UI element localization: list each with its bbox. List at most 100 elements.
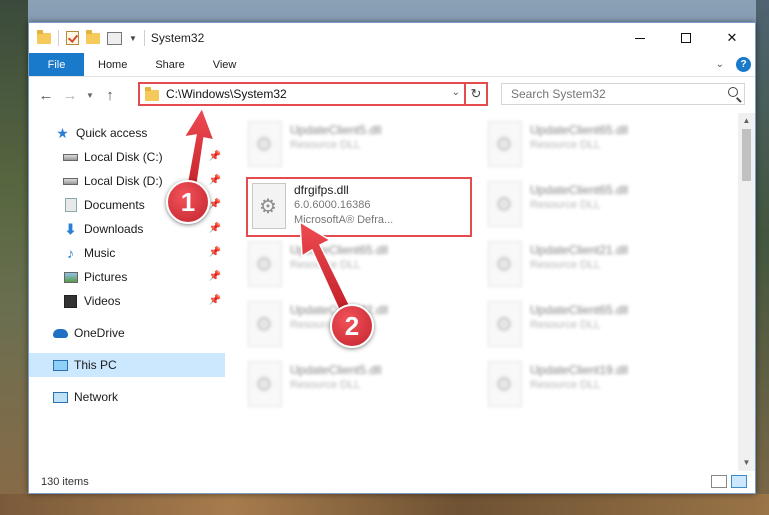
properties-check-icon[interactable] <box>66 31 79 45</box>
file-tile-dfrgifps[interactable]: dfrgifps.dll 6.0.6000.16386 MicrosoftA® … <box>248 179 468 239</box>
address-bar[interactable]: C:\Windows\System32 ⌄ ↻ <box>138 82 488 106</box>
navigation-pane: ★ Quick access Local Disk (C:) 📌 Local D… <box>29 113 225 471</box>
view-switcher <box>711 475 747 488</box>
pin-icon[interactable]: 📌 <box>209 175 221 186</box>
scroll-down-icon[interactable]: ▼ <box>738 455 755 471</box>
file-tile[interactable]: UpdateClient65.dll Resource DLL <box>484 117 704 177</box>
details-view-icon[interactable] <box>711 475 727 488</box>
file-tile[interactable]: UpdateClient65.dll Resource DLL <box>244 237 464 297</box>
file-explorer-window: ▼ System32 ✕ File Home Share View ⌄ ? ← … <box>28 22 756 494</box>
file-tile[interactable]: UpdateClient65.dll Resource DLL <box>484 177 704 237</box>
dll-file-icon <box>488 301 522 347</box>
sidebar-item-label: This PC <box>74 358 117 372</box>
list-view-icon[interactable] <box>107 31 122 45</box>
desktop-background-left <box>0 0 28 515</box>
forward-arrow-icon[interactable]: → <box>61 87 79 104</box>
file-name: UpdateClient65.dll <box>530 183 629 197</box>
file-name: dfrgifps.dll <box>294 183 349 197</box>
ribbon-right-controls: ⌄ ? <box>716 57 751 72</box>
file-type: Resource DLL <box>290 379 361 391</box>
search-input[interactable] <box>511 87 711 101</box>
drive-icon <box>63 153 78 161</box>
help-icon[interactable]: ? <box>736 57 751 72</box>
sidebar-item-music[interactable]: ♪ Music 📌 <box>29 241 225 265</box>
file-tile[interactable]: UpdateClient65.dll Resource DLL <box>484 297 704 357</box>
pin-icon[interactable]: 📌 <box>209 223 221 234</box>
new-folder-icon[interactable] <box>86 29 100 44</box>
item-count: 130 items <box>41 476 89 488</box>
file-type: Resource DLL <box>530 199 601 211</box>
scrollbar-thumb[interactable] <box>742 129 751 181</box>
up-arrow-icon[interactable]: ↑ <box>101 87 119 104</box>
recent-locations-dropdown-icon[interactable]: ▼ <box>83 91 97 100</box>
star-icon: ★ <box>56 124 69 141</box>
file-name: UpdateClient65.dll <box>530 303 629 317</box>
expand-ribbon-icon[interactable]: ⌄ <box>716 59 724 70</box>
tab-file[interactable]: File <box>29 53 84 76</box>
dll-file-icon <box>248 361 282 407</box>
tab-share[interactable]: Share <box>141 53 198 76</box>
pin-icon[interactable]: 📌 <box>209 247 221 258</box>
highlighted-file-box: dfrgifps.dll 6.0.6000.16386 MicrosoftA® … <box>246 177 472 237</box>
address-dropdown-icon[interactable]: ⌄ <box>452 87 460 98</box>
folder-icon <box>37 29 51 44</box>
pin-icon[interactable]: 📌 <box>209 295 221 306</box>
back-arrow-icon[interactable]: ← <box>37 87 55 104</box>
network-icon <box>53 391 68 403</box>
minimize-button[interactable] <box>617 23 663 53</box>
sidebar-item-local-disk-c[interactable]: Local Disk (C:) 📌 <box>29 145 225 169</box>
refresh-button[interactable]: ↻ <box>464 82 488 106</box>
file-tile[interactable]: UpdateClient5.dll Resource DLL <box>244 357 464 417</box>
title-bar: ▼ System32 ✕ <box>29 23 755 53</box>
sidebar-item-videos[interactable]: Videos 📌 <box>29 289 225 313</box>
file-name: UpdateClient5.dll <box>290 363 382 377</box>
file-type: Resource DLL <box>530 319 601 331</box>
sidebar-item-network[interactable]: Network <box>29 385 225 409</box>
sidebar-item-label: Quick access <box>76 126 148 140</box>
pin-icon[interactable]: 📌 <box>209 199 221 210</box>
window-title: System32 <box>150 31 205 45</box>
file-tile[interactable]: UpdateClient5.dll Resource DLL <box>244 117 464 177</box>
search-icon <box>728 87 738 97</box>
file-name: UpdateClient5.dll <box>290 123 382 137</box>
dll-file-icon <box>252 183 286 229</box>
maximize-button[interactable] <box>663 23 709 53</box>
toolbar-dropdown-icon[interactable]: ▼ <box>129 34 137 43</box>
navigation-bar: ← → ▼ ↑ C:\Windows\System32 ⌄ ↻ <box>29 77 755 113</box>
address-path: C:\Windows\System32 <box>166 87 287 101</box>
folder-icon <box>145 87 159 101</box>
sidebar-item-quick-access[interactable]: ★ Quick access <box>29 121 225 145</box>
pin-icon[interactable]: 📌 <box>209 271 221 282</box>
file-type: Resource DLL <box>530 259 601 271</box>
file-name: UpdateClient21.dll <box>530 243 629 257</box>
file-tile[interactable]: UpdateClient19.dll Resource DLL <box>484 357 704 417</box>
sidebar-item-label: Videos <box>84 294 121 308</box>
large-icons-view-icon[interactable] <box>731 475 747 488</box>
file-type: Resource DLL <box>290 259 361 271</box>
file-tile[interactable]: UpdateClient21.dll Resource DLL <box>484 237 704 297</box>
sidebar-item-this-pc[interactable]: This PC <box>29 353 225 377</box>
close-button[interactable]: ✕ <box>709 23 755 53</box>
file-type: Resource DLL <box>530 379 601 391</box>
dll-file-icon <box>488 121 522 167</box>
file-list: UpdateClient5.dll Resource DLL UpdateClie… <box>225 113 755 471</box>
scroll-up-icon[interactable]: ▲ <box>738 113 755 129</box>
computer-icon <box>53 359 68 371</box>
dll-file-icon <box>488 181 522 227</box>
desktop-background-right <box>756 0 769 515</box>
file-name: UpdateClient65.dll <box>290 243 389 257</box>
tab-home[interactable]: Home <box>84 53 141 76</box>
tab-view[interactable]: View <box>199 53 251 76</box>
file-type: Resource DLL <box>530 139 601 151</box>
main-area: ★ Quick access Local Disk (C:) 📌 Local D… <box>29 113 755 471</box>
status-bar: 130 items <box>29 471 755 493</box>
vertical-scrollbar[interactable]: ▲ ▼ <box>738 113 755 471</box>
file-name: UpdateClient65.dll <box>530 123 629 137</box>
file-type: Resource DLL <box>290 139 361 151</box>
file-name: UpdateClient19.dll <box>530 363 629 377</box>
pin-icon[interactable]: 📌 <box>209 151 221 162</box>
sidebar-item-pictures[interactable]: Pictures 📌 <box>29 265 225 289</box>
sidebar-item-onedrive[interactable]: OneDrive <box>29 321 225 345</box>
search-box[interactable] <box>501 83 745 105</box>
file-description: MicrosoftA® Defra... <box>294 214 394 226</box>
